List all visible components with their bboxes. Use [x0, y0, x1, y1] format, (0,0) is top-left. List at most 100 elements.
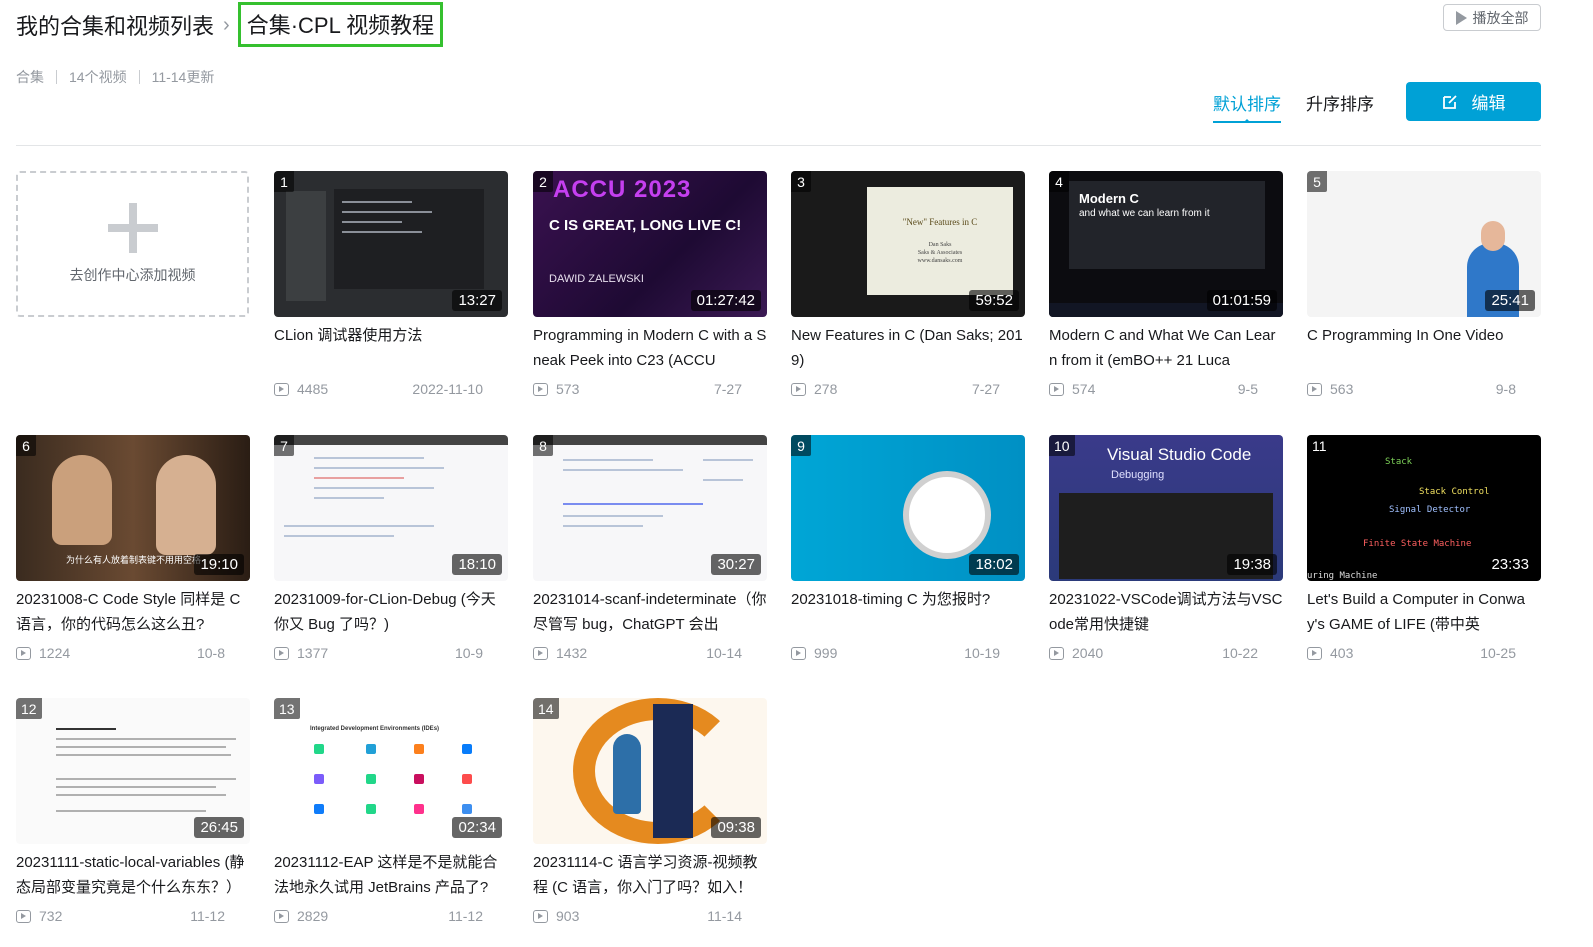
video-title[interactable]: 20231009-for-CLion-Debug (今天你又 Bug 了吗？): [274, 587, 508, 637]
view-count: 4485: [297, 381, 329, 397]
video-thumbnail[interactable]: Integrated Development Environments (IDE…: [274, 698, 508, 844]
active-tab-indicator: [1243, 119, 1251, 123]
video-stats: 999 10-19: [791, 643, 1025, 663]
video-thumbnail[interactable]: 9 18:02: [791, 435, 1025, 581]
video-title[interactable]: 20231111-static-local-variables (静态局部变量究…: [16, 850, 250, 900]
play-all-button[interactable]: 播放全部: [1443, 4, 1541, 31]
view-count: 732: [39, 908, 63, 924]
breadcrumb: 我的合集和视频列表 › 合集·CPL 视频教程: [16, 1, 444, 47]
video-stats: 1432 10-14: [533, 643, 767, 663]
breadcrumb-root-link[interactable]: 我的合集和视频列表: [16, 9, 214, 41]
video-index: 6: [16, 435, 36, 456]
video-card[interactable]: Modern C and what we can learn from it 4…: [1049, 171, 1283, 399]
play-icon: [1455, 10, 1467, 25]
video-card[interactable]: Integrated Development Environments (IDE…: [274, 698, 508, 926]
video-card[interactable]: 14 09:38 20231114-C 语言学习资源-视频教程 (C 语言，你入…: [533, 698, 767, 926]
play-all-label: 播放全部: [1472, 9, 1529, 26]
video-thumbnail[interactable]: 7 18:10: [274, 435, 508, 581]
publish-date: 9-8: [1495, 381, 1516, 397]
thumb-slide-subtitle: and what we can learn from it: [1079, 208, 1210, 219]
video-thumbnail[interactable]: Stack Stack Control Signal Detector Fini…: [1307, 435, 1541, 581]
video-card[interactable]: 8 30:27 20231014-scanf-indeterminate（你尽管…: [533, 435, 767, 663]
video-duration: 26:45: [194, 817, 244, 838]
video-index: 12: [16, 698, 42, 719]
video-card[interactable]: 9 18:02 20231018-timing C 为您报时? 999 10-1…: [791, 435, 1025, 663]
video-thumbnail[interactable]: Visual Studio Code Debugging 10 19:38: [1049, 435, 1283, 581]
video-index: 8: [533, 435, 553, 456]
video-card[interactable]: 为什么有人放着制表键不用用空格 6 19:10 20231008-C Code …: [16, 435, 250, 663]
video-thumbnail[interactable]: 8 30:27: [533, 435, 767, 581]
play-count-icon: [533, 382, 548, 396]
sort-asc-tab[interactable]: 升序排序: [1306, 90, 1374, 115]
video-thumbnail[interactable]: 14 09:38: [533, 698, 767, 844]
view-count: 403: [1330, 645, 1354, 661]
video-stats: 903 11-14: [533, 906, 767, 926]
add-video-label: 去创作中心添加视频: [69, 267, 196, 283]
video-title[interactable]: New Features in C (Dan Saks; 2019): [791, 323, 1025, 373]
video-card[interactable]: 12 26:45 20231111-static-local-variables…: [16, 698, 250, 926]
video-stats: 1377 10-9: [274, 643, 508, 663]
video-card[interactable]: 5 25:41 C Programming In One Video 563 9…: [1307, 171, 1541, 399]
publish-date: 10-22: [1222, 645, 1258, 661]
video-index: 9: [791, 435, 811, 456]
video-duration: 19:38: [1227, 554, 1277, 575]
sort-default-tab[interactable]: 默认排序: [1213, 90, 1281, 123]
video-thumbnail[interactable]: Modern C and what we can learn from it 4…: [1049, 171, 1283, 317]
play-count-icon: [274, 646, 289, 660]
video-card[interactable]: "New" Features in C Dan Saks Saks & Asso…: [791, 171, 1025, 399]
video-stats: 2829 11-12: [274, 906, 508, 926]
thumb-speaker: DAWID ZALEWSKI: [549, 273, 644, 285]
edit-button[interactable]: 编辑: [1406, 82, 1541, 121]
video-card[interactable]: 1 13:27 CLion 调试器使用方法 4485 2022-11-10: [274, 171, 508, 399]
play-count-icon: [1049, 382, 1064, 396]
add-video-card[interactable]: 去创作中心添加视频: [16, 171, 249, 317]
meta-divider: [138, 70, 140, 84]
publish-date: 10-9: [454, 645, 483, 661]
video-index: 13: [274, 698, 300, 719]
video-title[interactable]: Modern C and What We Can Learn from it (…: [1049, 323, 1283, 373]
video-title[interactable]: CLion 调试器使用方法: [274, 323, 508, 373]
play-count-icon: [274, 909, 289, 923]
video-card[interactable]: Visual Studio Code Debugging 10 19:38 20…: [1049, 435, 1283, 663]
play-count-icon: [791, 646, 806, 660]
thumb-slide-title: Modern C: [1079, 191, 1139, 206]
publish-date: 10-14: [706, 645, 742, 661]
video-title[interactable]: Let's Build a Computer in Conway's GAME …: [1307, 587, 1541, 637]
video-duration: 01:01:59: [1206, 290, 1277, 311]
video-title[interactable]: 20231114-C 语言学习资源-视频教程 (C 语言，你入门了吗？如入！视: [533, 850, 767, 900]
video-title[interactable]: 20231112-EAP 这样是不是就能合法地永久试用 JetBrains 产品…: [274, 850, 508, 900]
play-count-icon: [274, 382, 289, 396]
view-count: 2040: [1072, 645, 1104, 661]
video-stats: 1224 10-8: [16, 643, 250, 663]
video-card[interactable]: Stack Stack Control Signal Detector Fini…: [1307, 435, 1541, 663]
video-title[interactable]: 20231008-C Code Style 同样是 C 语言，你的代码怎么这么丑…: [16, 587, 250, 637]
video-duration: 01:27:42: [690, 290, 761, 311]
thumb-label: Finite State Machine: [1363, 539, 1472, 549]
video-thumbnail[interactable]: "New" Features in C Dan Saks Saks & Asso…: [791, 171, 1025, 317]
video-duration: 02:34: [452, 817, 502, 838]
play-count-icon: [1307, 382, 1322, 396]
video-index: 4: [1049, 171, 1069, 192]
video-card[interactable]: 7 18:10 20231009-for-CLion-Debug (今天你又 B…: [274, 435, 508, 663]
play-count-icon: [533, 646, 548, 660]
video-title[interactable]: 20231022-VSCode调试方法与VSCode常用快捷键: [1049, 587, 1283, 637]
video-thumbnail[interactable]: ACCU 2023 C IS GREAT, LONG LIVE C! DAWID…: [533, 171, 767, 317]
video-duration: 19:10: [194, 554, 244, 575]
meta-count: 14个视频: [69, 69, 127, 85]
video-thumbnail[interactable]: 12 26:45: [16, 698, 250, 844]
video-card[interactable]: ACCU 2023 C IS GREAT, LONG LIVE C! DAWID…: [533, 171, 767, 399]
video-stats: 278 7-27: [791, 379, 1025, 399]
video-thumbnail[interactable]: 为什么有人放着制表键不用用空格 6 19:10: [16, 435, 250, 581]
video-title[interactable]: C Programming In One Video: [1307, 323, 1541, 373]
collection-meta: 合集 14个视频 11-14更新: [16, 67, 214, 87]
video-title[interactable]: Programming in Modern C with a Sneak Pee…: [533, 323, 767, 373]
video-title[interactable]: 20231018-timing C 为您报时?: [791, 587, 1025, 637]
video-thumbnail[interactable]: 1 13:27: [274, 171, 508, 317]
edit-icon: [1442, 94, 1457, 109]
thumb-slide-title: "New" Features in C: [902, 217, 978, 227]
video-index: 10: [1049, 435, 1075, 456]
video-title[interactable]: 20231014-scanf-indeterminate（你尽管写 bug，Ch…: [533, 587, 767, 637]
video-thumbnail[interactable]: 5 25:41: [1307, 171, 1541, 317]
edit-label: 编辑: [1471, 94, 1506, 113]
thumb-headline: C IS GREAT, LONG LIVE C!: [549, 217, 742, 234]
